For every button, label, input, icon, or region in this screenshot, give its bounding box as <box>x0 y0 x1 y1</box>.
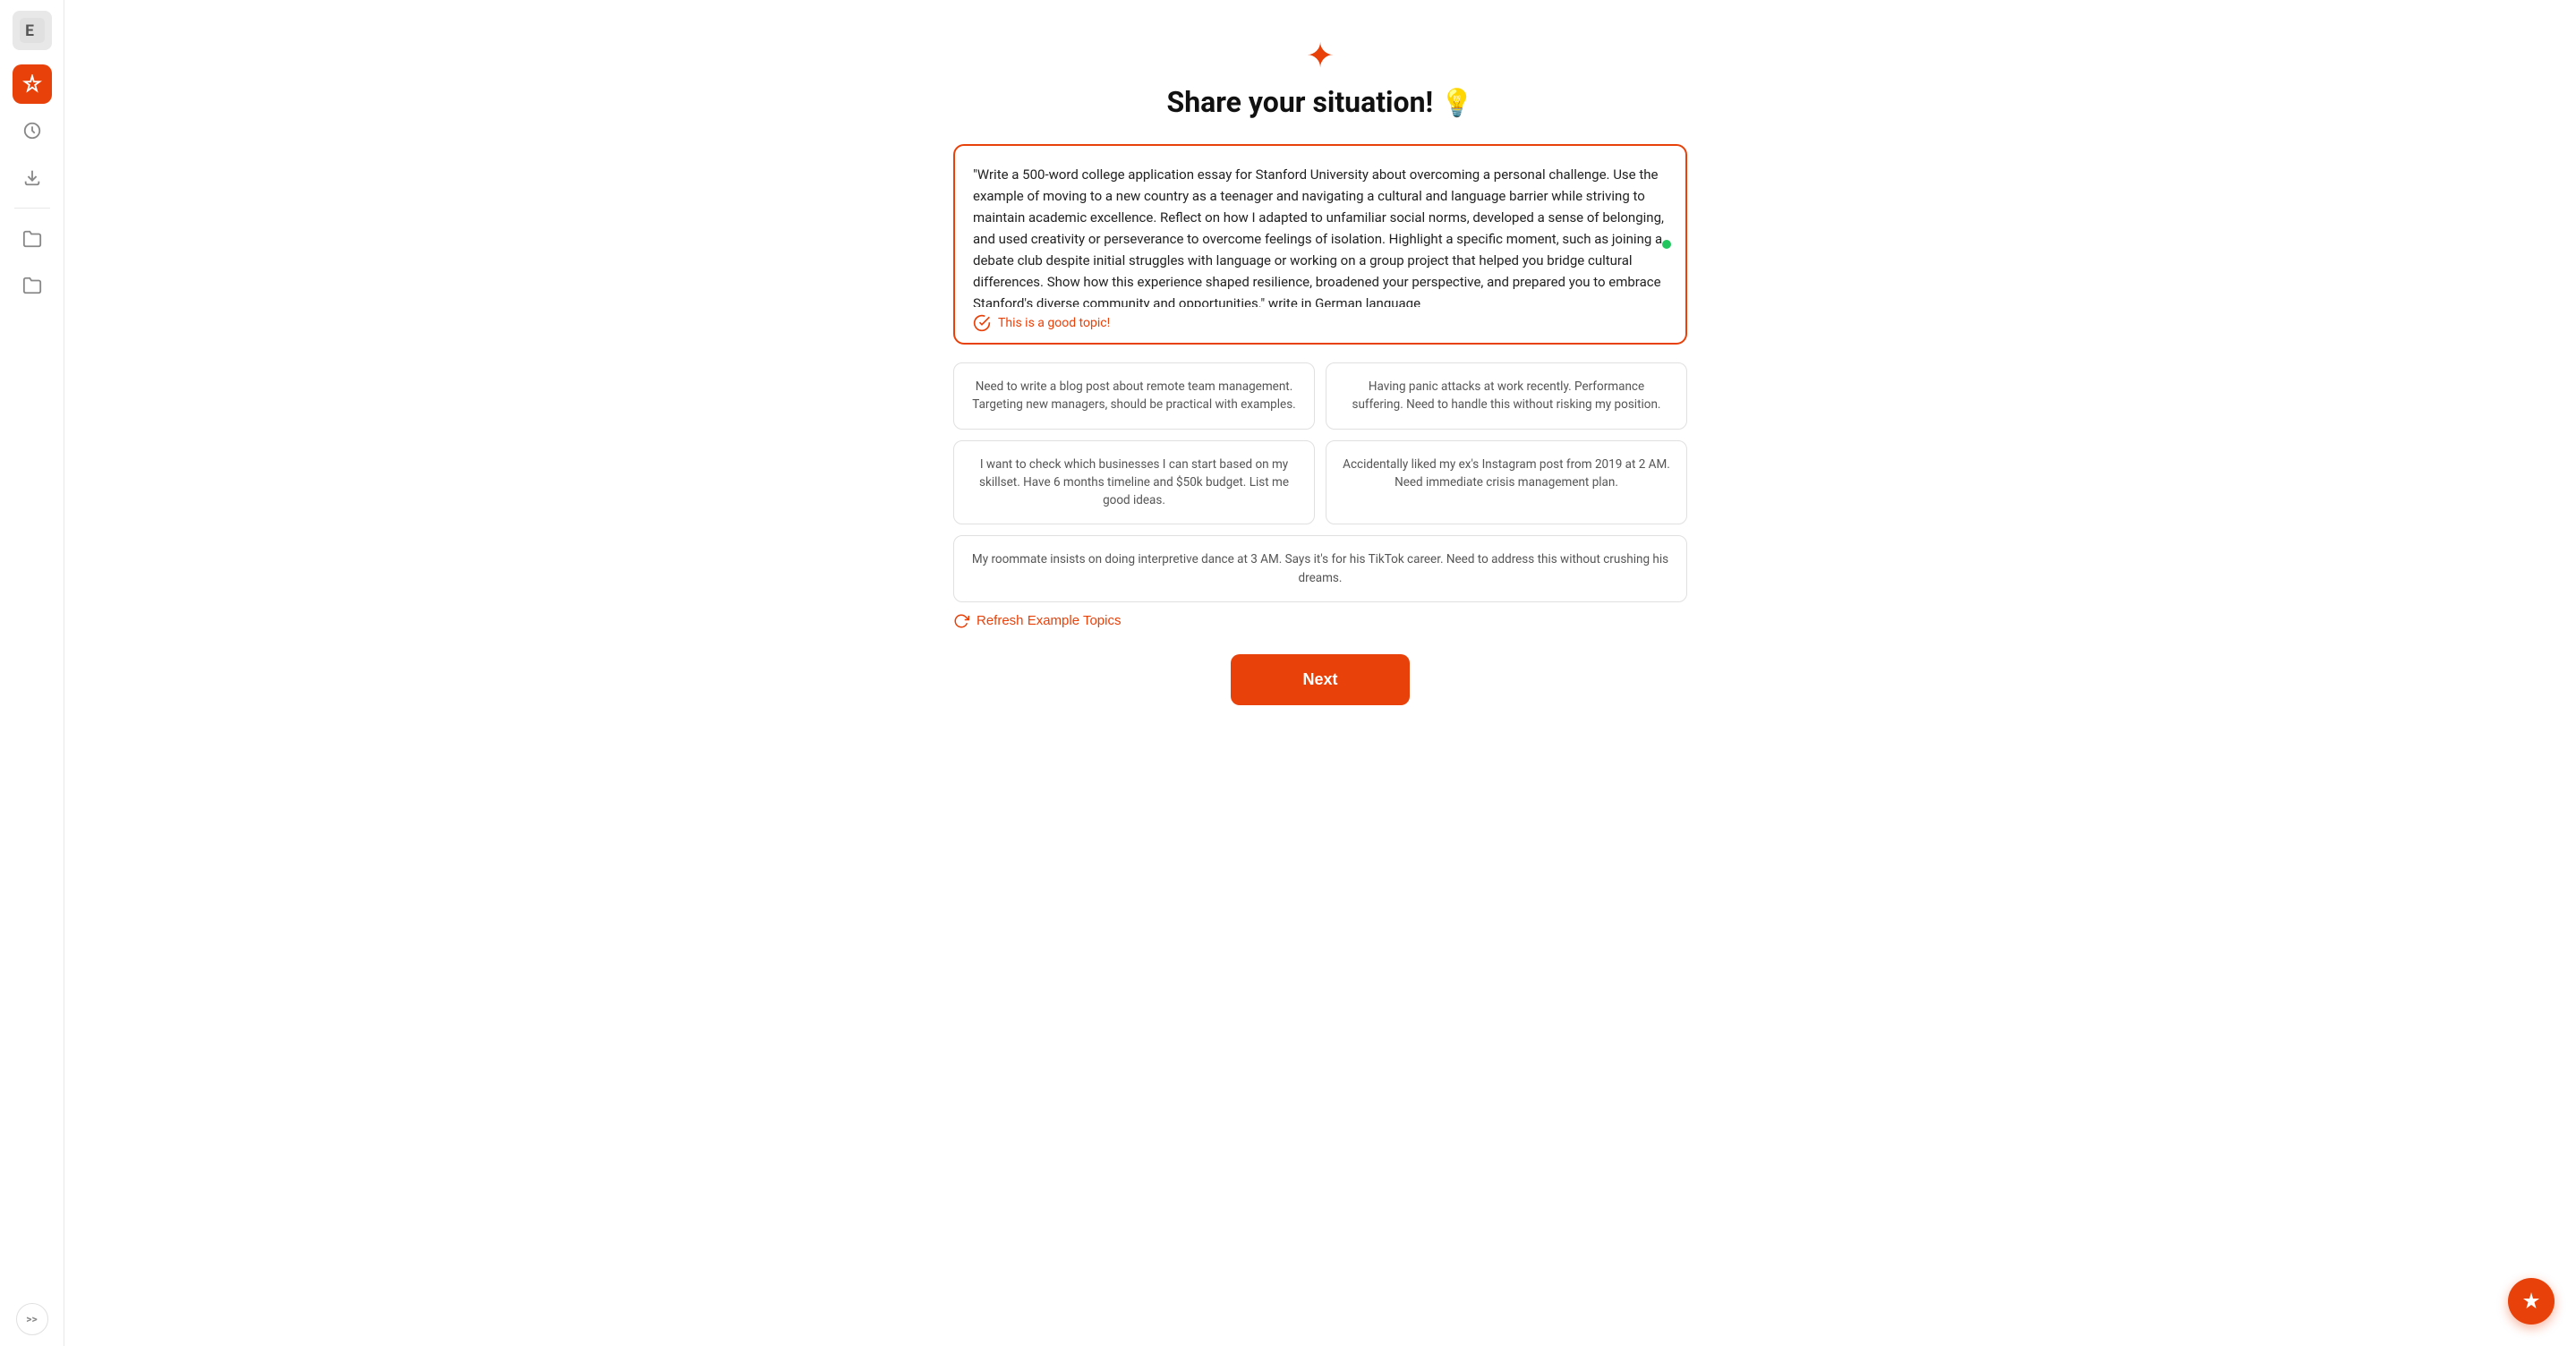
example-card-1[interactable]: Need to write a blog post about remote t… <box>953 362 1315 430</box>
svg-text:E: E <box>25 22 34 40</box>
sidebar-expand-button[interactable]: >> <box>16 1303 48 1335</box>
example-card-5[interactable]: My roommate insists on doing interpretiv… <box>953 535 1687 602</box>
example-card-4[interactable]: Accidentally liked my ex's Instagram pos… <box>1326 440 1687 525</box>
example-cards-grid: Need to write a blog post about remote t… <box>953 362 1687 602</box>
refresh-icon <box>953 613 969 629</box>
refresh-label: Refresh Example Topics <box>977 613 1121 628</box>
spark-icon: ✦ <box>1306 36 1335 76</box>
good-topic-indicator: This is a good topic! <box>973 314 1668 332</box>
float-action-button[interactable] <box>2508 1278 2555 1325</box>
ai-sidebar-button[interactable] <box>13 64 52 104</box>
example-card-3[interactable]: I want to check which businesses I can s… <box>953 440 1315 525</box>
logo-button[interactable]: E <box>13 11 52 50</box>
folder2-sidebar-button[interactable] <box>13 266 52 305</box>
history-sidebar-button[interactable] <box>13 111 52 150</box>
float-icon <box>2521 1291 2542 1312</box>
topic-textarea[interactable] <box>973 164 1668 307</box>
expand-icon: >> <box>26 1313 37 1325</box>
main-content: ✦ Share your situation! 💡 This is a good… <box>64 0 2576 1346</box>
example-card-2[interactable]: Having panic attacks at work recently. P… <box>1326 362 1687 430</box>
export-sidebar-button[interactable] <box>13 158 52 197</box>
refresh-topics-button[interactable]: Refresh Example Topics <box>953 613 1121 629</box>
status-dot <box>1662 240 1671 249</box>
page-title: Share your situation! 💡 <box>1167 85 1474 119</box>
topic-input-container: This is a good topic! <box>953 144 1687 345</box>
next-button[interactable]: Next <box>1231 654 1409 705</box>
check-circle-icon <box>973 314 991 332</box>
good-topic-label: This is a good topic! <box>998 316 1110 330</box>
sidebar-divider <box>14 208 50 209</box>
sidebar: E >> <box>0 0 64 1346</box>
folder1-sidebar-button[interactable] <box>13 219 52 259</box>
